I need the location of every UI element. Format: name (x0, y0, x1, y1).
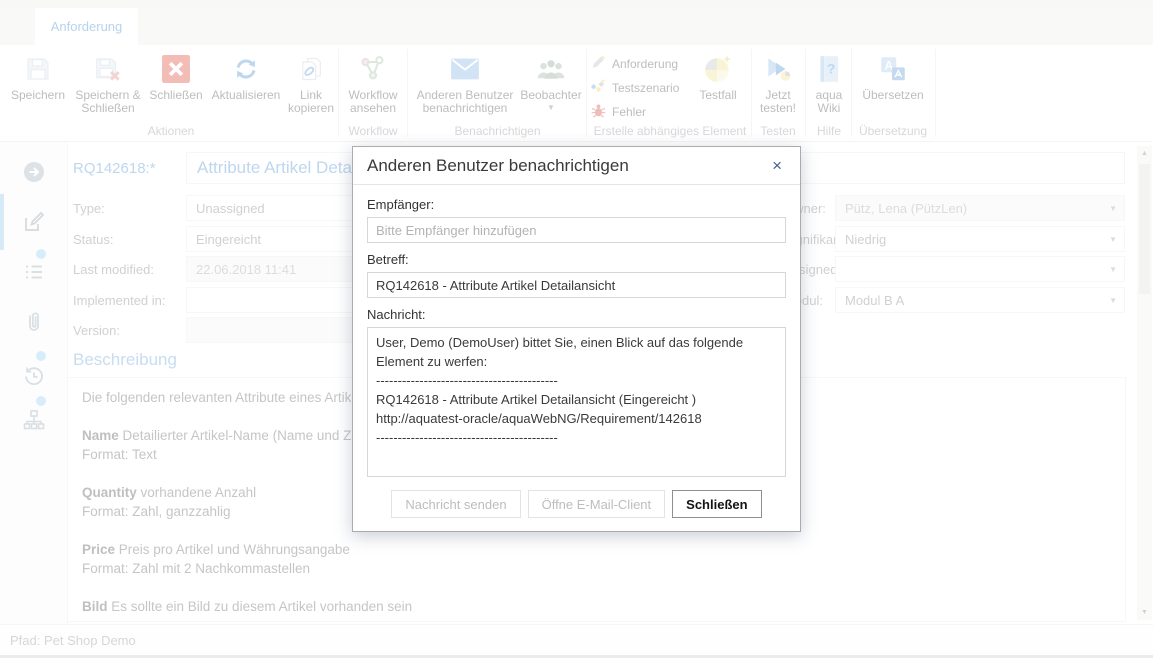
close-dialog-button[interactable]: Schließen (672, 490, 761, 518)
recipient-input[interactable] (367, 217, 786, 243)
dialog-title: Anderen Benutzer benachrichtigen (367, 156, 629, 176)
app-window: Anforderung Speichern Speichern & Schlie… (0, 0, 1153, 658)
dialog-body: Empfänger: Betreff: Nachricht: User, Dem… (353, 185, 800, 531)
send-message-button: Nachricht senden (391, 490, 520, 518)
dialog-button-row: Nachricht senden Öffne E-Mail-Client Sch… (367, 490, 786, 518)
notify-user-dialog: Anderen Benutzer benachrichtigen × Empfä… (352, 146, 801, 532)
open-email-client-button: Öffne E-Mail-Client (528, 490, 666, 518)
close-icon[interactable]: × (768, 155, 786, 176)
dialog-titlebar: Anderen Benutzer benachrichtigen × (353, 147, 800, 185)
recipient-label: Empfänger: (367, 197, 786, 212)
subject-input[interactable] (367, 272, 786, 298)
subject-label: Betreff: (367, 252, 786, 267)
message-textarea[interactable]: User, Demo (DemoUser) bittet Sie, einen … (367, 327, 786, 477)
message-label: Nachricht: (367, 307, 786, 322)
